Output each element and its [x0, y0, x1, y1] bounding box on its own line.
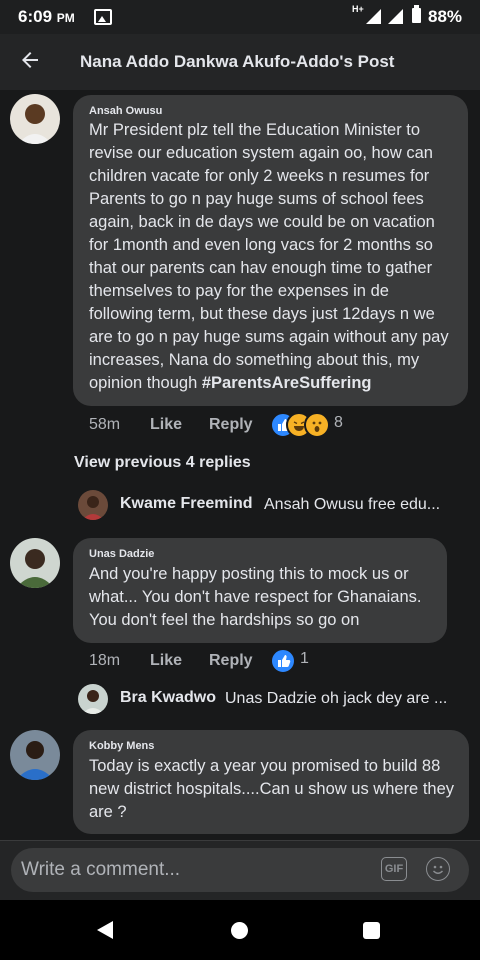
comment-text: And you're happy posting this to mock us…	[89, 565, 422, 629]
reply-author[interactable]: Bra Kwadwo	[120, 689, 216, 707]
post-header: Nana Addo Dankwa Akufo-Addo's Post	[0, 34, 480, 90]
avatar[interactable]	[78, 490, 108, 520]
reply-author[interactable]: Kwame Freemind	[120, 495, 252, 513]
status-bar: 6:09 PM H+ 88%	[0, 0, 480, 34]
reply-button[interactable]: Reply	[209, 416, 253, 434]
comment-text: Today is exactly a year you promised to …	[89, 757, 455, 821]
comment-author[interactable]: Unas Dadzie	[89, 548, 154, 560]
page-title: Nana Addo Dankwa Akufo-Addo's Post	[80, 52, 395, 71]
comment-time: 58m	[89, 416, 121, 433]
comment-time: 18m	[89, 652, 121, 669]
signal-icon	[366, 9, 381, 24]
comment-bubble: Kobby Mens Today is exactly a year you p…	[73, 730, 469, 834]
signal-icon	[388, 9, 403, 24]
emoji-icon[interactable]	[426, 857, 450, 881]
status-time: 6:09 PM	[18, 7, 75, 26]
gallery-icon	[94, 9, 112, 25]
reply-preview[interactable]: Bra Kwadwo Unas Dadzie oh jack dey are .…	[78, 684, 458, 714]
system-nav-bar	[0, 900, 480, 960]
battery-icon	[412, 5, 421, 23]
nav-back-icon[interactable]	[97, 921, 113, 939]
wow-reaction-icon	[304, 412, 330, 438]
reply-snippet: Ansah Owusu free edu...	[264, 496, 441, 513]
avatar[interactable]	[78, 684, 108, 714]
reaction-count: 1	[300, 650, 309, 667]
like-button[interactable]: Like	[150, 652, 182, 670]
view-previous-replies-link[interactable]: View previous 4 replies	[74, 454, 251, 472]
reaction-summary[interactable]: 8	[270, 412, 360, 438]
avatar[interactable]	[10, 730, 60, 780]
comment-author[interactable]: Ansah Owusu	[89, 105, 162, 117]
reply-snippet: Unas Dadzie oh jack dey are ...	[225, 690, 448, 707]
reply-preview[interactable]: Kwame Freemind Ansah Owusu free edu...	[78, 490, 458, 520]
comment-bubble: Unas Dadzie And you're happy posting thi…	[73, 538, 447, 643]
comment-bubble: Ansah Owusu Mr President plz tell the Ed…	[73, 95, 468, 406]
comment-input[interactable]: Write a comment...	[21, 859, 180, 881]
nav-home-icon[interactable]	[231, 922, 248, 939]
back-arrow-icon[interactable]	[18, 48, 42, 72]
reaction-count: 8	[334, 414, 343, 431]
comment-author[interactable]: Kobby Mens	[89, 740, 154, 752]
nav-recents-icon[interactable]	[363, 922, 380, 939]
like-button[interactable]: Like	[150, 416, 182, 434]
reaction-summary[interactable]: 1	[270, 648, 330, 674]
avatar[interactable]	[10, 94, 60, 144]
comment-text: Mr President plz tell the Education Mini…	[89, 121, 449, 392]
reply-button[interactable]: Reply	[209, 652, 253, 670]
battery-percent: 88%	[428, 7, 463, 26]
avatar[interactable]	[10, 538, 60, 588]
network-type-label: H+	[352, 4, 364, 14]
like-reaction-icon	[270, 648, 296, 674]
hashtag-link[interactable]: #ParentsAreSuffering	[202, 374, 372, 392]
comment-input-box[interactable]: Write a comment... GIF	[11, 848, 469, 892]
gif-icon[interactable]: GIF	[381, 857, 407, 881]
comment-composer: Write a comment... GIF	[0, 840, 480, 900]
